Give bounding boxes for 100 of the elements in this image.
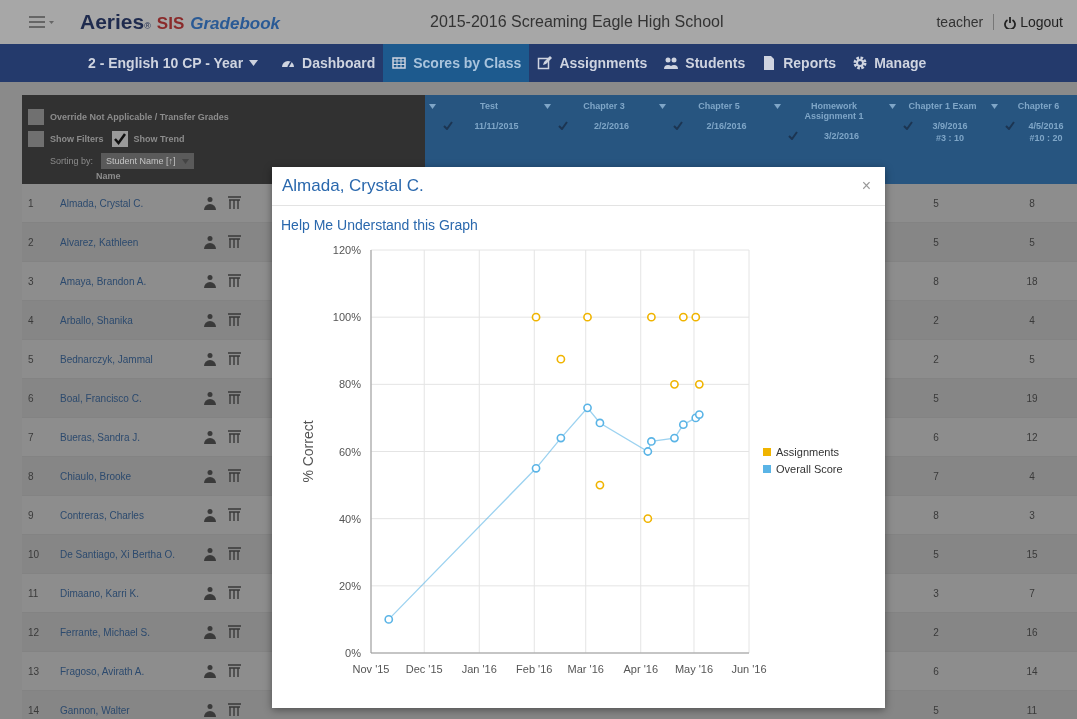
assignment-title[interactable]: Chapter 1 Exam [902,101,983,111]
student-name[interactable]: Alvarez, Kathleen [60,236,202,248]
grades-button[interactable] [226,546,242,562]
sort-dropdown[interactable]: Student Name [↑] [101,153,194,169]
grades-button[interactable] [226,663,242,679]
person-icon [204,352,216,366]
checkbox-label: Override Not Applicable / Transfer Grades [50,112,229,122]
assignment-title[interactable]: Chapter 3 [557,101,651,111]
grades-button[interactable] [226,624,242,640]
nav-tab[interactable]: Reports [753,44,845,82]
student-button[interactable] [202,234,218,250]
columns-icon [227,196,241,210]
person-icon [204,235,216,249]
caret-icon [889,104,896,109]
data-point [595,480,605,490]
row-number: 8 [27,470,35,482]
nav-tab[interactable]: Scores by Class [383,44,530,82]
row-number: 4 [27,314,35,326]
student-name[interactable]: Almada, Crystal C. [60,197,202,209]
score-cell-text: 4 [1028,470,1036,482]
student-button[interactable] [202,429,218,445]
assignment-title[interactable]: Chapter 5 [672,101,766,111]
grades-button[interactable] [226,273,242,289]
checkbox[interactable] [28,109,44,125]
student-name[interactable]: Chiaulo, Brooke [60,470,202,482]
row-number: 7 [27,431,35,443]
checkbox[interactable] [28,131,44,147]
grades-button[interactable] [226,585,242,601]
table-icon [391,55,408,71]
student-button[interactable] [202,702,218,718]
assignment-title[interactable]: Test [442,101,536,111]
score-cell-text: 5 [1028,236,1036,248]
score-cell-text: 8 [1028,197,1036,209]
grades-button[interactable] [226,507,242,523]
student-button[interactable] [202,273,218,289]
student-button[interactable] [202,507,218,523]
checkbox[interactable] [111,131,128,147]
assignment-title[interactable]: Chapter 6 [1004,101,1073,111]
score-cell-text: 7 [932,470,940,482]
row-number: 14 [27,704,41,716]
grades-button[interactable] [226,390,242,406]
nav-tab[interactable]: Manage [844,44,935,82]
close-button[interactable]: × [857,177,875,195]
data-point [670,379,679,389]
person-icon [204,196,216,210]
student-button[interactable] [202,312,218,328]
student-name[interactable]: Arballo, Shanika [60,314,202,326]
student-name[interactable]: Bednarczyk, Jammal [60,353,202,365]
student-name[interactable]: De Santiago, Xi Bertha O. [60,548,202,560]
student-button[interactable] [202,585,218,601]
grades-button[interactable] [226,429,242,445]
caret-icon [429,104,436,109]
student-button[interactable] [202,351,218,367]
check-icon [903,121,913,130]
score-cell-text: 6 [932,431,940,443]
assignment-date: 11/11/2015 [474,121,519,131]
student-button[interactable] [202,624,218,640]
student-button[interactable] [202,390,218,406]
help-link[interactable]: Help Me Understand this Graph [281,217,478,233]
grades-button[interactable] [226,312,242,328]
assignment-title[interactable]: Homework Assignment 1 [787,101,881,121]
logout-link[interactable]: Logout [994,14,1077,30]
grades-button[interactable] [226,351,242,367]
person-icon [204,586,216,600]
row-number: 10 [27,548,41,560]
grades-button[interactable] [226,468,242,484]
course-dropdown[interactable]: 2 - English 10 CP - Year [80,44,267,82]
student-name[interactable]: Dimaano, Karri K. [60,587,202,599]
data-point [583,403,592,413]
person-icon [204,313,216,327]
student-button[interactable] [202,468,218,484]
student-name[interactable]: Fragoso, Avirath A. [60,665,202,677]
checkbox-label: Show Trend [133,134,185,144]
grades-button[interactable] [226,234,242,250]
nav-tab[interactable]: Students [655,44,754,82]
nav-tab[interactable]: Assignments [529,44,656,82]
score-cell-text: 8 [932,275,940,287]
student-name[interactable]: Boal, Francisco C. [60,392,202,404]
data-point [595,418,605,428]
tick-label: 60% [338,445,361,458]
student-name[interactable]: Contreras, Charles [60,509,202,521]
tick-label: Nov '15 [352,663,390,675]
student-button[interactable] [202,195,218,211]
row-number: 6 [27,392,35,404]
student-button[interactable] [202,663,218,679]
grades-button[interactable] [226,702,242,718]
tick-label: 20% [338,579,361,592]
student-name[interactable]: Bueras, Sandra J. [60,431,202,443]
student-name[interactable]: Amaya, Brandon A. [60,275,202,287]
person-icon [204,391,216,405]
school-name: 2015-2016 Screaming Eagle High School [430,13,724,31]
nav-tab[interactable]: Dashboard [272,44,384,82]
tick-label: Apr '16 [623,663,658,675]
student-button[interactable] [202,546,218,562]
student-name[interactable]: Ferrante, Michael S. [60,626,202,638]
score-cell-text: 5 [1028,353,1036,365]
score-cell-text: 5 [932,548,940,560]
student-name[interactable]: Gannon, Walter [60,704,202,716]
grades-button[interactable] [226,195,242,211]
caret-icon [991,104,998,109]
